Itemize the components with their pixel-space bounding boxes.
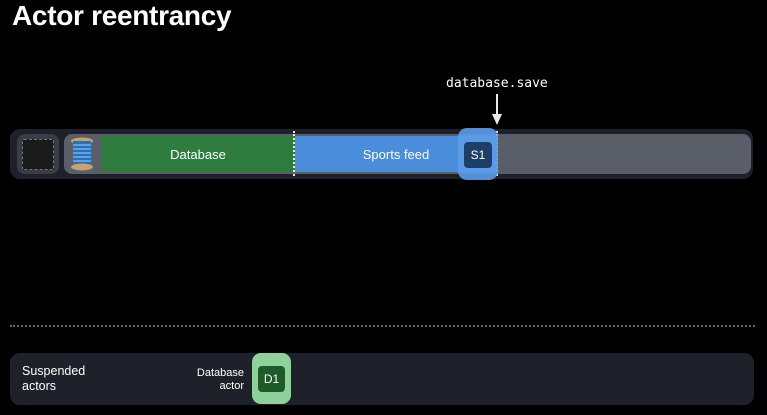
down-arrow-icon xyxy=(492,94,502,125)
suspended-actors-label: Suspended actors xyxy=(22,364,85,394)
suspended-label-line2: actors xyxy=(22,379,57,393)
segment-divider xyxy=(293,131,295,176)
section-separator xyxy=(10,325,755,327)
actor-label-line1: Database xyxy=(196,367,244,379)
thread-spool-icon xyxy=(71,137,93,171)
task-d1: D1 xyxy=(258,366,285,392)
suspended-label-line1: Suspended xyxy=(22,364,86,378)
database-save-annotation: database.save xyxy=(446,76,548,91)
task-s1: S1 xyxy=(464,142,492,168)
slide-title: Actor reentrancy xyxy=(12,0,232,31)
database-actor-label: Database actor xyxy=(178,367,244,393)
suspended-actors-lane xyxy=(10,353,754,405)
actor-label-line2: actor xyxy=(219,380,244,392)
cpu-chip-icon xyxy=(22,139,54,170)
database-segment: Database xyxy=(101,136,295,172)
